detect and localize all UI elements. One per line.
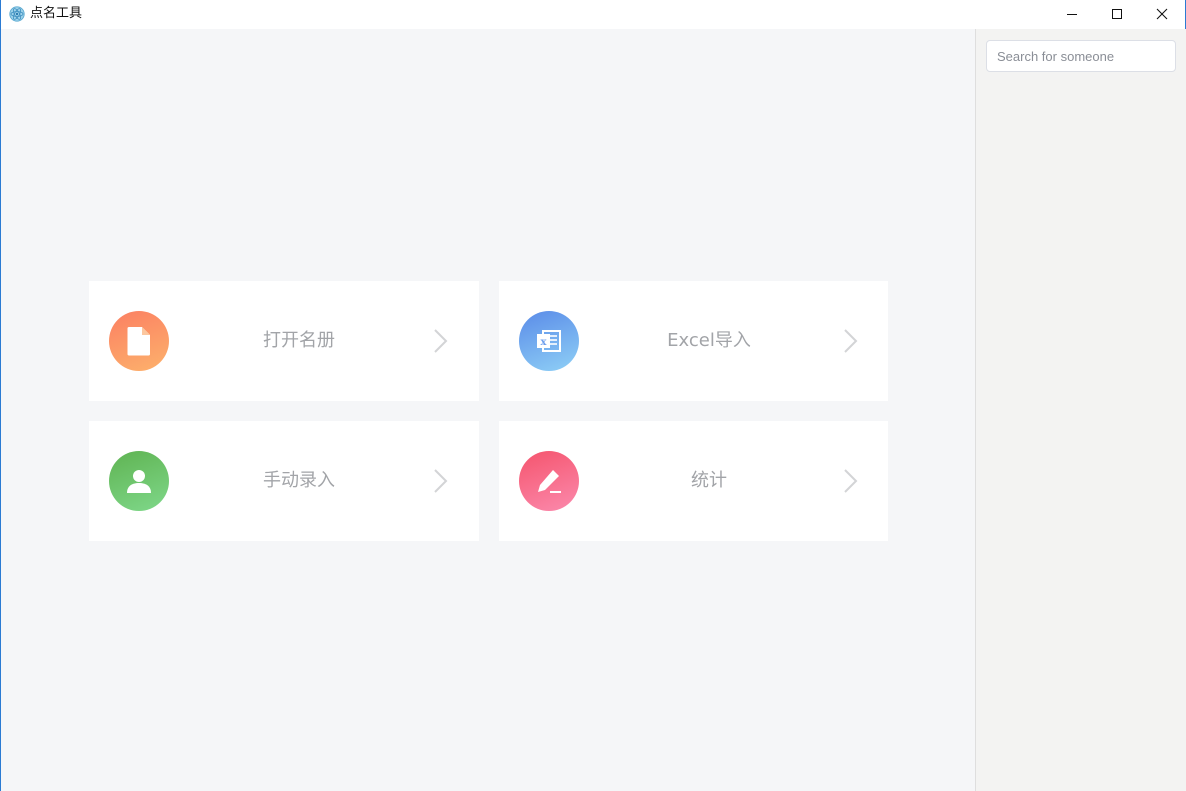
chevron-right-icon (433, 328, 449, 354)
title-bar[interactable]: 点名工具 (1, 0, 1185, 29)
svg-text:x: x (541, 337, 548, 348)
card-label: 统计 (691, 470, 727, 491)
close-icon (1156, 5, 1168, 24)
chevron-right-icon (843, 328, 859, 354)
statistics-card[interactable]: 统计 (499, 421, 888, 541)
card-label: Excel导入 (667, 330, 751, 351)
right-sidebar (975, 29, 1186, 791)
document-icon (109, 311, 169, 371)
chevron-right-icon (843, 468, 859, 494)
card-label: 手动录入 (263, 470, 335, 491)
excel-icon: x (519, 311, 579, 371)
minimize-icon (1066, 5, 1078, 24)
pencil-icon (519, 451, 579, 511)
open-roster-card[interactable]: 打开名册 (89, 281, 479, 401)
manual-entry-card[interactable]: 手动录入 (89, 421, 479, 541)
excel-import-card[interactable]: x Excel导入 (499, 281, 888, 401)
maximize-icon (1111, 5, 1123, 24)
app-window: 点名工具 打开名册 x Excel导入 手动录入 统计 Search for s… (0, 0, 1186, 791)
user-icon (109, 451, 169, 511)
search-input[interactable] (986, 40, 1176, 72)
maximize-button[interactable] (1094, 0, 1140, 29)
main-panel: 打开名册 x Excel导入 手动录入 统计 (2, 29, 975, 791)
minimize-button[interactable] (1049, 0, 1095, 29)
close-button[interactable] (1139, 0, 1185, 29)
chevron-right-icon (433, 468, 449, 494)
card-label: 打开名册 (263, 330, 335, 351)
app-logo-icon (9, 6, 25, 22)
window-title: 点名工具 (30, 6, 83, 21)
